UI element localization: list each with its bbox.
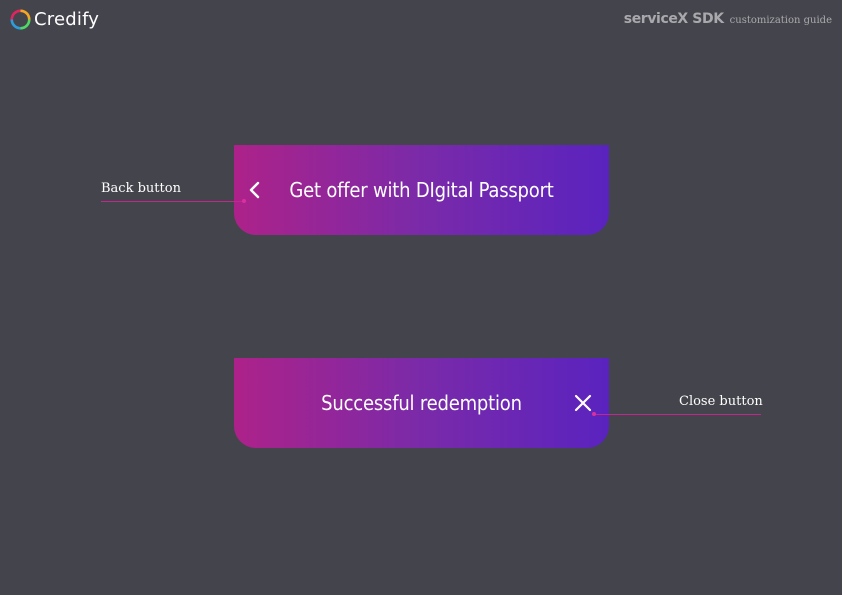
header-title: Get offer with DIgital Passport [289, 178, 554, 202]
credify-logo-icon [10, 9, 31, 30]
header-title: Successful redemption [321, 391, 522, 415]
header-bar-with-close: Successful redemption [234, 358, 609, 448]
credify-logo: Credify [10, 9, 99, 30]
callout-back-dot [242, 199, 246, 203]
callout-back-label: Back button [101, 181, 181, 196]
callout-close-label: Close button [679, 394, 763, 409]
close-icon [574, 394, 592, 412]
brand-title: serviceX SDK [623, 11, 724, 27]
callout-back-line [101, 201, 245, 202]
close-button[interactable] [571, 391, 595, 415]
callout-close-line [594, 414, 761, 415]
header-bar-with-back: Get offer with DIgital Passport [234, 145, 609, 235]
callout-close-dot [592, 412, 596, 416]
back-button[interactable] [243, 178, 267, 202]
guide-header: serviceX SDK customization guide [624, 11, 832, 27]
chevron-left-icon [249, 181, 260, 199]
brand-subtitle: customization guide [729, 15, 832, 26]
logo-text: Credify [34, 9, 100, 30]
